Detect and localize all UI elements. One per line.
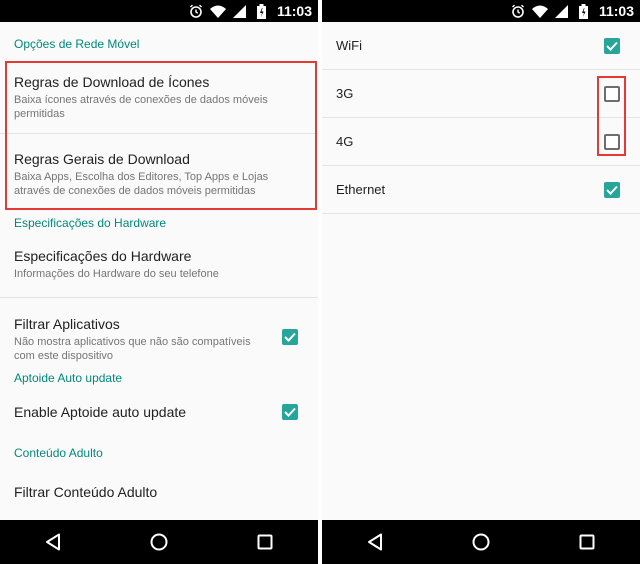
- section-header-auto-update: Aptoide Auto update: [14, 371, 123, 385]
- home-icon: [472, 533, 490, 551]
- setting-adult-filter[interactable]: Filtrar Conteúdo Adulto: [0, 470, 318, 510]
- setting-title: Regras Gerais de Download: [14, 151, 190, 167]
- option-label: WiFi: [336, 38, 362, 53]
- check-icon: [284, 407, 296, 417]
- setting-summary: Informações do Hardware do seu telefone: [14, 268, 219, 280]
- 4g-checkbox[interactable]: [604, 134, 620, 150]
- signal-icon: [553, 3, 571, 19]
- status-time: 11:03: [276, 3, 312, 19]
- recents-icon: [579, 534, 595, 550]
- filter-apps-checkbox[interactable]: [282, 329, 298, 345]
- check-icon: [284, 332, 296, 342]
- network-option-ethernet[interactable]: Ethernet: [322, 166, 640, 214]
- recents-button[interactable]: [250, 527, 280, 557]
- setting-title: Enable Aptoide auto update: [14, 404, 187, 420]
- recents-icon: [257, 534, 273, 550]
- option-label: 3G: [336, 86, 354, 101]
- network-option-wifi[interactable]: WiFi: [322, 22, 640, 70]
- option-label: 4G: [336, 134, 354, 149]
- setting-title: Regras de Download de Ícones: [14, 74, 210, 90]
- back-icon: [46, 533, 60, 551]
- setting-general-download-rules[interactable]: Regras Gerais de Download Baixa Apps, Es…: [0, 134, 318, 210]
- battery-icon: [253, 3, 271, 19]
- network-options-screen: 11:03 WiFi 3G 4G Ethernet: [322, 0, 640, 564]
- ethernet-checkbox[interactable]: [604, 182, 620, 198]
- network-options-list: WiFi 3G 4G Ethernet: [322, 22, 640, 520]
- home-icon: [150, 533, 168, 551]
- check-icon: [606, 185, 618, 195]
- alarm-icon: [509, 3, 527, 19]
- back-button[interactable]: [38, 527, 68, 557]
- setting-auto-update[interactable]: Enable Aptoide auto update: [0, 390, 318, 436]
- status-bar: 11:03: [322, 0, 640, 22]
- wifi-icon: [209, 3, 227, 19]
- home-button[interactable]: [466, 527, 496, 557]
- wifi-checkbox[interactable]: [604, 38, 620, 54]
- recents-button[interactable]: [572, 527, 602, 557]
- setting-title: Filtrar Conteúdo Adulto: [14, 484, 158, 500]
- setting-title: Especificações do Hardware: [14, 248, 192, 264]
- section-header-hardware: Especificações do Hardware: [14, 216, 167, 230]
- setting-filter-apps[interactable]: Filtrar Aplicativos Não mostra aplicativ…: [0, 298, 318, 366]
- network-option-4g[interactable]: 4G: [322, 118, 640, 166]
- settings-list[interactable]: Opções de Rede Móvel Regras de Download …: [0, 22, 318, 520]
- back-button[interactable]: [360, 527, 390, 557]
- auto-update-checkbox[interactable]: [282, 404, 298, 420]
- option-label: Ethernet: [336, 182, 386, 197]
- nav-bar: [322, 520, 640, 564]
- check-icon: [606, 41, 618, 51]
- back-icon: [368, 533, 382, 551]
- setting-summary: Não mostra aplicativos que não são compa…: [14, 336, 251, 362]
- home-button[interactable]: [144, 527, 174, 557]
- setting-hardware-specs[interactable]: Especificações do Hardware Informações d…: [0, 236, 318, 298]
- signal-icon: [231, 3, 249, 19]
- battery-icon: [575, 3, 593, 19]
- network-option-3g[interactable]: 3G: [322, 70, 640, 118]
- setting-download-icons-rules[interactable]: Regras de Download de Ícones Baixa ícone…: [0, 66, 318, 134]
- status-bar: 11:03: [0, 0, 318, 22]
- setting-summary: Baixa ícones através de conexões de dado…: [14, 94, 268, 120]
- section-header-rede-movel: Opções de Rede Móvel: [14, 37, 140, 51]
- status-time: 11:03: [598, 3, 634, 19]
- setting-title: Filtrar Aplicativos: [14, 316, 120, 332]
- wifi-icon: [531, 3, 549, 19]
- setting-summary: Baixa Apps, Escolha dos Editores, Top Ap…: [14, 171, 269, 197]
- section-header-adult-content: Conteúdo Adulto: [14, 446, 103, 460]
- alarm-icon: [187, 3, 205, 19]
- 3g-checkbox[interactable]: [604, 86, 620, 102]
- nav-bar: [0, 520, 318, 564]
- settings-screen-left: 11:03 Opções de Rede Móvel Regras de Dow…: [0, 0, 318, 564]
